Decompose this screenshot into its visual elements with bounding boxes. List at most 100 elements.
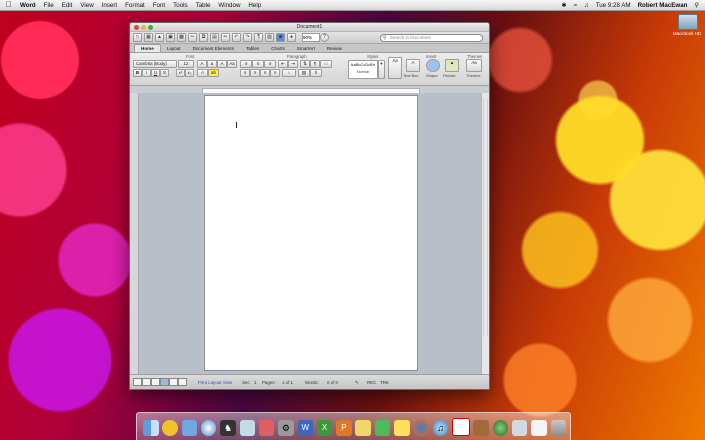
italic-button[interactable]: I [142,69,151,77]
bluetooth-icon[interactable]: ✱ [562,2,567,9]
line-spacing-icon[interactable]: ↕ [282,69,296,77]
user-name[interactable]: Robert MacEwan [638,2,688,9]
tab-charts[interactable]: Charts [265,45,291,52]
shape-icon[interactable] [426,59,440,72]
new-document-icon[interactable]: □ [133,33,142,42]
toolbox-icon[interactable]: ■ [276,33,285,42]
picture-icon[interactable]: ▲ [445,59,459,72]
chess-icon[interactable]: ♞ [220,420,236,436]
search-input[interactable]: ⚲ Search in Document [380,34,483,42]
close-icon[interactable] [134,24,139,30]
apple-menu-icon[interactable]:  [6,1,14,9]
outline-view-icon[interactable] [142,378,151,386]
sort-icon[interactable]: ⇅ [300,60,310,68]
safari-icon[interactable] [200,420,217,436]
menu-help[interactable]: Help [248,2,261,9]
strikethrough-button[interactable]: S [160,69,169,77]
tab-document-elements[interactable]: Document Elements [187,45,240,52]
menu-format[interactable]: Format [125,2,145,9]
align-right-icon[interactable]: ≡ [260,69,270,77]
menu-insert[interactable]: Insert [102,2,117,9]
menu-file[interactable]: File [44,2,54,9]
publishing-view-icon[interactable] [151,378,160,386]
itunes-icon[interactable]: ♫ [432,420,449,436]
print-icon[interactable]: ▩ [177,33,186,42]
bullets-icon[interactable]: ≡ [240,60,252,68]
entourage-icon[interactable] [355,420,371,436]
help-icon[interactable]: ? [320,33,329,42]
messenger-icon[interactable] [374,420,391,436]
firefox-icon[interactable] [413,420,429,436]
time-machine-icon[interactable] [492,420,509,436]
tab-layout[interactable]: Layout [161,45,187,52]
bold-button[interactable]: B [133,69,142,77]
style-gallery-scroll[interactable]: ▾ [378,60,385,79]
menu-font[interactable]: Font [153,2,165,9]
preview-icon[interactable] [239,420,256,436]
font-name-select[interactable]: Cambria (Body) [133,60,177,68]
address-book-icon[interactable] [473,420,489,436]
shading-icon[interactable]: ▧ [298,69,310,77]
paste-icon[interactable]: ▤ [210,33,219,42]
align-center-icon[interactable]: ≡ [250,69,260,77]
borders-icon[interactable]: □ [320,60,332,68]
cut-icon[interactable]: ✂ [188,33,197,42]
downloads-icon[interactable] [531,420,547,436]
font-color-icon[interactable]: A [197,69,208,77]
menu-table[interactable]: Table [196,2,211,9]
full-screen-view-icon[interactable] [178,378,187,386]
proofing-icon[interactable]: ✎ [355,380,359,386]
text-box-icon[interactable]: A [406,59,420,72]
tab-review[interactable]: Review [321,45,348,52]
change-case-icon[interactable]: Aa [227,60,237,68]
ical-icon[interactable] [452,418,470,436]
style-gallery[interactable]: AaBbCcDdEe Normal [348,60,378,79]
title-bar[interactable]: Document1 [130,23,489,32]
tab-tables[interactable]: Tables [240,45,265,52]
wifi-icon[interactable]: ≈ [574,2,577,9]
adium-icon[interactable] [162,420,178,436]
menu-edit[interactable]: Edit [62,2,73,9]
save-icon[interactable]: ▣ [166,33,175,42]
align-left-icon[interactable]: ≡ [240,69,250,77]
grow-font-icon[interactable]: A [197,60,207,68]
documents-icon[interactable] [511,420,528,436]
redo-icon[interactable]: ↷ [243,33,252,42]
tab-home[interactable]: Home [134,44,161,52]
rec-label[interactable]: REC [367,380,376,385]
document-page[interactable] [204,95,418,371]
print-layout-view-icon[interactable] [160,378,169,386]
format-painter-icon[interactable]: ✏ [221,33,230,42]
show-paragraph-marks-icon[interactable]: ¶ [254,33,263,42]
menu-tools[interactable]: Tools [173,2,187,9]
menu-app-word[interactable]: Word [20,2,36,9]
undo-icon[interactable]: ↶ [232,33,241,42]
show-formatting-icon[interactable]: ¶ [310,60,320,68]
iphoto-icon[interactable] [258,420,275,436]
trk-label[interactable]: TRK [380,380,389,385]
volume-icon[interactable]: ♫ [584,2,589,9]
hard-drive-label[interactable]: Macintosh HD [672,31,702,36]
notebook-view-icon[interactable] [169,378,178,386]
multilevel-list-icon[interactable]: ≡ [264,60,276,68]
clear-formatting-icon[interactable]: A [217,60,227,68]
word-icon[interactable]: W [297,420,314,436]
zoom-field[interactable]: 90% [302,33,320,42]
styles-pane-icon[interactable]: A​a [388,57,402,79]
underline-button[interactable]: U [151,69,160,77]
zoom-icon[interactable] [148,24,153,30]
vertical-ruler[interactable] [130,93,139,375]
sidebar-icon[interactable]: ▧ [265,33,274,42]
justify-icon[interactable]: ≡ [270,69,280,77]
clock[interactable]: Tue 9:28 AM [596,2,631,9]
copy-icon[interactable]: ⧉ [199,33,208,42]
spotlight-icon[interactable]: ⚲ [694,2,699,9]
trash-icon[interactable] [550,420,567,436]
powerpoint-icon[interactable]: P [336,420,352,436]
superscript-button[interactable]: x² [176,69,185,77]
columns-icon[interactable]: ‖ [310,69,322,77]
mail-icon[interactable] [181,420,198,436]
menu-window[interactable]: Window [218,2,240,9]
hard-drive-icon[interactable] [678,14,698,30]
decrease-indent-icon[interactable]: ⇤ [278,60,288,68]
